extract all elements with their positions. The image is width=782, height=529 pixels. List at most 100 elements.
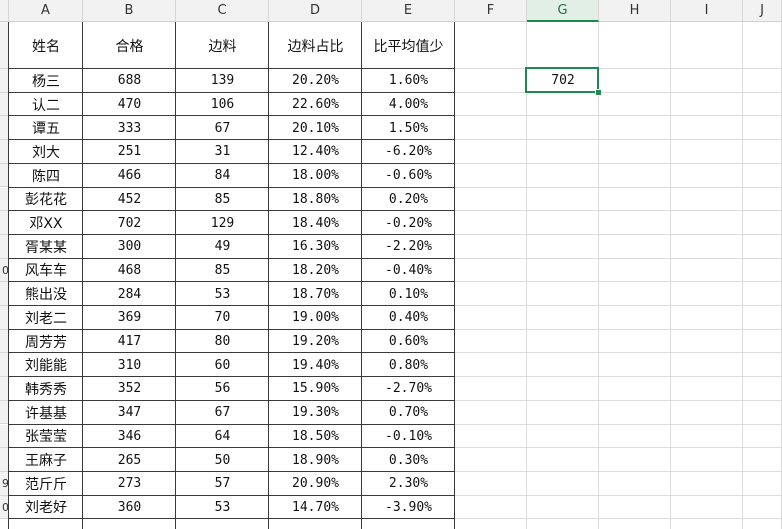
- data-cell[interactable]: -0.20%: [362, 211, 455, 235]
- data-cell[interactable]: 18.50%: [269, 425, 362, 449]
- data-cell[interactable]: 19.40%: [269, 353, 362, 377]
- data-cell[interactable]: 18.20%: [269, 259, 362, 283]
- data-cell[interactable]: 16.30%: [269, 235, 362, 259]
- data-cell[interactable]: 王麻子: [9, 448, 83, 472]
- data-cell[interactable]: 19.20%: [269, 330, 362, 354]
- column-header-c[interactable]: C: [176, 0, 269, 22]
- data-cell[interactable]: 认二: [9, 93, 83, 117]
- data-cell[interactable]: -2.70%: [362, 377, 455, 401]
- data-cell[interactable]: 346: [83, 425, 176, 449]
- data-cell[interactable]: 2.30%: [362, 472, 455, 496]
- data-cell[interactable]: 20.10%: [269, 116, 362, 140]
- data-cell[interactable]: 347: [83, 401, 176, 425]
- data-cell[interactable]: 18.40%: [269, 211, 362, 235]
- column-header-e[interactable]: E: [362, 0, 455, 22]
- data-cell[interactable]: 369: [83, 306, 176, 330]
- column-header-b[interactable]: B: [83, 0, 176, 22]
- data-cell[interactable]: 18.70%: [269, 282, 362, 306]
- spreadsheet-grid[interactable]: A B C D E F G H I J 0 9 0 姓名 合格 边料 边料占比 比平均值少 杨三 688 139 20.2…: [0, 0, 782, 529]
- data-cell[interactable]: 0.10%: [362, 282, 455, 306]
- column-header-h[interactable]: H: [599, 0, 671, 22]
- data-cell[interactable]: 70: [176, 306, 269, 330]
- column-header-g[interactable]: G: [527, 0, 599, 22]
- data-cell[interactable]: 60: [176, 353, 269, 377]
- data-cell[interactable]: 139: [176, 69, 269, 93]
- data-cell[interactable]: 刘老好: [9, 496, 83, 520]
- data-cell[interactable]: -0.10%: [362, 425, 455, 449]
- data-cell[interactable]: 杨三: [9, 69, 83, 93]
- data-cell[interactable]: 胥某某: [9, 235, 83, 259]
- column-header-f[interactable]: F: [455, 0, 527, 22]
- data-cell[interactable]: 0.60%: [362, 330, 455, 354]
- column-header-j[interactable]: J: [743, 0, 782, 22]
- data-cell[interactable]: 熊出没: [9, 282, 83, 306]
- data-cell[interactable]: 邓XX: [9, 211, 83, 235]
- data-cell[interactable]: 56: [176, 377, 269, 401]
- data-cell[interactable]: 0.30%: [362, 448, 455, 472]
- data-cell[interactable]: 20.90%: [269, 472, 362, 496]
- data-cell[interactable]: 刘能能: [9, 353, 83, 377]
- data-cell[interactable]: 106: [176, 93, 269, 117]
- data-cell[interactable]: 彭花花: [9, 188, 83, 212]
- data-cell[interactable]: 333: [83, 116, 176, 140]
- data-cell[interactable]: 57: [176, 472, 269, 496]
- header-cell[interactable]: 比平均值少: [362, 22, 455, 69]
- data-cell[interactable]: 468: [83, 259, 176, 283]
- select-all-corner[interactable]: [0, 0, 9, 22]
- data-cell[interactable]: 50: [176, 448, 269, 472]
- data-cell[interactable]: 18.90%: [269, 448, 362, 472]
- data-cell[interactable]: 300: [83, 235, 176, 259]
- data-cell[interactable]: 702: [83, 211, 176, 235]
- data-cell[interactable]: 张莹莹: [9, 425, 83, 449]
- data-cell[interactable]: 范斤斤: [9, 472, 83, 496]
- data-cell[interactable]: 53: [176, 282, 269, 306]
- data-cell[interactable]: 360: [83, 496, 176, 520]
- data-cell[interactable]: 19.00%: [269, 306, 362, 330]
- data-cell[interactable]: 85: [176, 259, 269, 283]
- data-cell[interactable]: 陈四: [9, 164, 83, 188]
- data-cell[interactable]: 18.00%: [269, 164, 362, 188]
- data-cell[interactable]: 0.40%: [362, 306, 455, 330]
- data-cell[interactable]: -2.20%: [362, 235, 455, 259]
- column-header-d[interactable]: D: [269, 0, 362, 22]
- data-cell[interactable]: 284: [83, 282, 176, 306]
- data-cell[interactable]: 688: [83, 69, 176, 93]
- data-cell[interactable]: 19.30%: [269, 401, 362, 425]
- data-cell[interactable]: 韩秀秀: [9, 377, 83, 401]
- data-cell[interactable]: 466: [83, 164, 176, 188]
- fill-handle[interactable]: [595, 88, 602, 96]
- data-cell[interactable]: 22.60%: [269, 93, 362, 117]
- data-cell[interactable]: 刘大: [9, 140, 83, 164]
- data-cell[interactable]: 0.20%: [362, 188, 455, 212]
- data-cell[interactable]: 53: [176, 496, 269, 520]
- data-cell[interactable]: -6.20%: [362, 140, 455, 164]
- data-cell[interactable]: 1.50%: [362, 116, 455, 140]
- data-cell[interactable]: 417: [83, 330, 176, 354]
- data-cell[interactable]: 0.70%: [362, 401, 455, 425]
- data-cell[interactable]: -0.40%: [362, 259, 455, 283]
- data-cell[interactable]: 129: [176, 211, 269, 235]
- data-cell[interactable]: 20.20%: [269, 69, 362, 93]
- data-cell[interactable]: 周芳芳: [9, 330, 83, 354]
- data-cell[interactable]: 80: [176, 330, 269, 354]
- data-cell[interactable]: 84: [176, 164, 269, 188]
- column-header-i[interactable]: I: [671, 0, 743, 22]
- data-cell[interactable]: 31: [176, 140, 269, 164]
- data-cell[interactable]: -0.60%: [362, 164, 455, 188]
- data-cell[interactable]: 265: [83, 448, 176, 472]
- data-cell[interactable]: -3.90%: [362, 496, 455, 520]
- data-cell[interactable]: 251: [83, 140, 176, 164]
- data-cell[interactable]: 14.70%: [269, 496, 362, 520]
- data-cell[interactable]: 67: [176, 116, 269, 140]
- data-cell[interactable]: 风车车: [9, 259, 83, 283]
- data-cell[interactable]: 18.80%: [269, 188, 362, 212]
- data-cell[interactable]: 刘老二: [9, 306, 83, 330]
- data-cell[interactable]: 452: [83, 188, 176, 212]
- data-cell[interactable]: 许基基: [9, 401, 83, 425]
- header-cell[interactable]: 合格: [83, 22, 176, 69]
- header-cell[interactable]: 姓名: [9, 22, 83, 69]
- data-cell[interactable]: 470: [83, 93, 176, 117]
- data-cell[interactable]: 352: [83, 377, 176, 401]
- data-cell[interactable]: 273: [83, 472, 176, 496]
- data-cell[interactable]: 1.60%: [362, 69, 455, 93]
